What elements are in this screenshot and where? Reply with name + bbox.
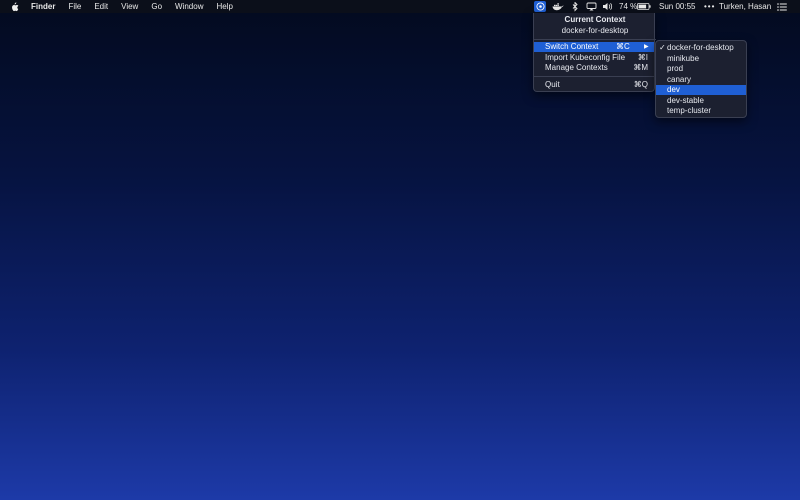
bluetooth-icon[interactable] — [569, 1, 581, 12]
switch-context-shortcut: ⌘C — [616, 42, 630, 51]
help-menu[interactable]: Help — [216, 0, 232, 13]
context-label: dev-stable — [667, 96, 704, 105]
notification-center-icon[interactable] — [776, 1, 788, 12]
context-item-minikube[interactable]: minikube — [656, 54, 746, 64]
kubernetes-icon[interactable] — [534, 1, 546, 12]
menu-divider — [534, 76, 656, 77]
docker-icon[interactable] — [552, 1, 564, 12]
checkmark-icon: ✓ — [659, 43, 666, 52]
manage-contexts-shortcut: ⌘M — [633, 63, 648, 72]
menu-bar: Finder File Edit View Go Window Help 74 … — [0, 0, 800, 13]
context-label: minikube — [667, 54, 700, 63]
switch-context-label: Switch Context — [545, 42, 599, 51]
quit-shortcut: ⌘Q — [633, 80, 648, 89]
context-item-prod[interactable]: prod — [656, 64, 746, 74]
submenu-arrow-icon: ▶ — [644, 44, 649, 50]
context-item-temp-cluster[interactable]: temp-cluster — [656, 106, 746, 116]
context-item-dev-stable[interactable]: dev-stable — [656, 96, 746, 106]
import-kubeconfig-item[interactable]: Import Kubeconfig File ⌘I — [534, 53, 654, 63]
context-label: prod — [667, 64, 684, 73]
manage-contexts-item[interactable]: Manage Contexts ⌘M — [534, 63, 654, 73]
app-name-menu[interactable]: Finder — [31, 0, 55, 13]
user-name[interactable]: Turken, Hasan — [719, 0, 771, 13]
volume-icon[interactable] — [601, 1, 613, 12]
context-dropdown-menu: Current Context docker-for-desktop Switc… — [533, 13, 656, 92]
file-menu[interactable]: File — [68, 0, 81, 13]
apple-icon[interactable] — [10, 1, 19, 12]
context-label: canary — [667, 75, 692, 84]
clock[interactable]: Sun 00:55 — [659, 0, 695, 13]
menu-divider — [534, 39, 656, 40]
battery-percent: 74 % — [619, 2, 638, 11]
import-kubeconfig-shortcut: ⌘I — [637, 53, 648, 62]
context-label: dev — [667, 85, 680, 94]
quit-label: Quit — [545, 80, 560, 89]
quit-item[interactable]: Quit ⌘Q — [534, 80, 654, 90]
window-menu[interactable]: Window — [175, 0, 203, 13]
context-item-canary[interactable]: canary — [656, 75, 746, 85]
contexts-submenu: ✓ docker-for-desktop minikube prod canar… — [655, 40, 747, 118]
import-kubeconfig-label: Import Kubeconfig File — [545, 53, 626, 62]
battery-icon[interactable] — [637, 1, 651, 12]
menu-bar-left: Finder File Edit View Go Window Help — [10, 0, 246, 13]
airplay-icon[interactable] — [585, 1, 597, 12]
context-item-docker-for-desktop[interactable]: ✓ docker-for-desktop — [656, 43, 746, 53]
more-menu-extras[interactable]: ••• — [704, 0, 715, 13]
go-menu[interactable]: Go — [151, 0, 162, 13]
view-menu[interactable]: View — [121, 0, 138, 13]
context-label: docker-for-desktop — [667, 43, 734, 52]
edit-menu[interactable]: Edit — [94, 0, 108, 13]
context-label: temp-cluster — [667, 106, 712, 115]
manage-contexts-label: Manage Contexts — [545, 63, 608, 72]
current-context-label: docker-for-desktop — [561, 26, 629, 35]
context-item-dev[interactable]: dev — [656, 85, 746, 95]
menu-header-title: Current Context — [564, 15, 626, 24]
switch-context-item[interactable]: Switch Context ⌘C ▶ — [534, 42, 654, 52]
